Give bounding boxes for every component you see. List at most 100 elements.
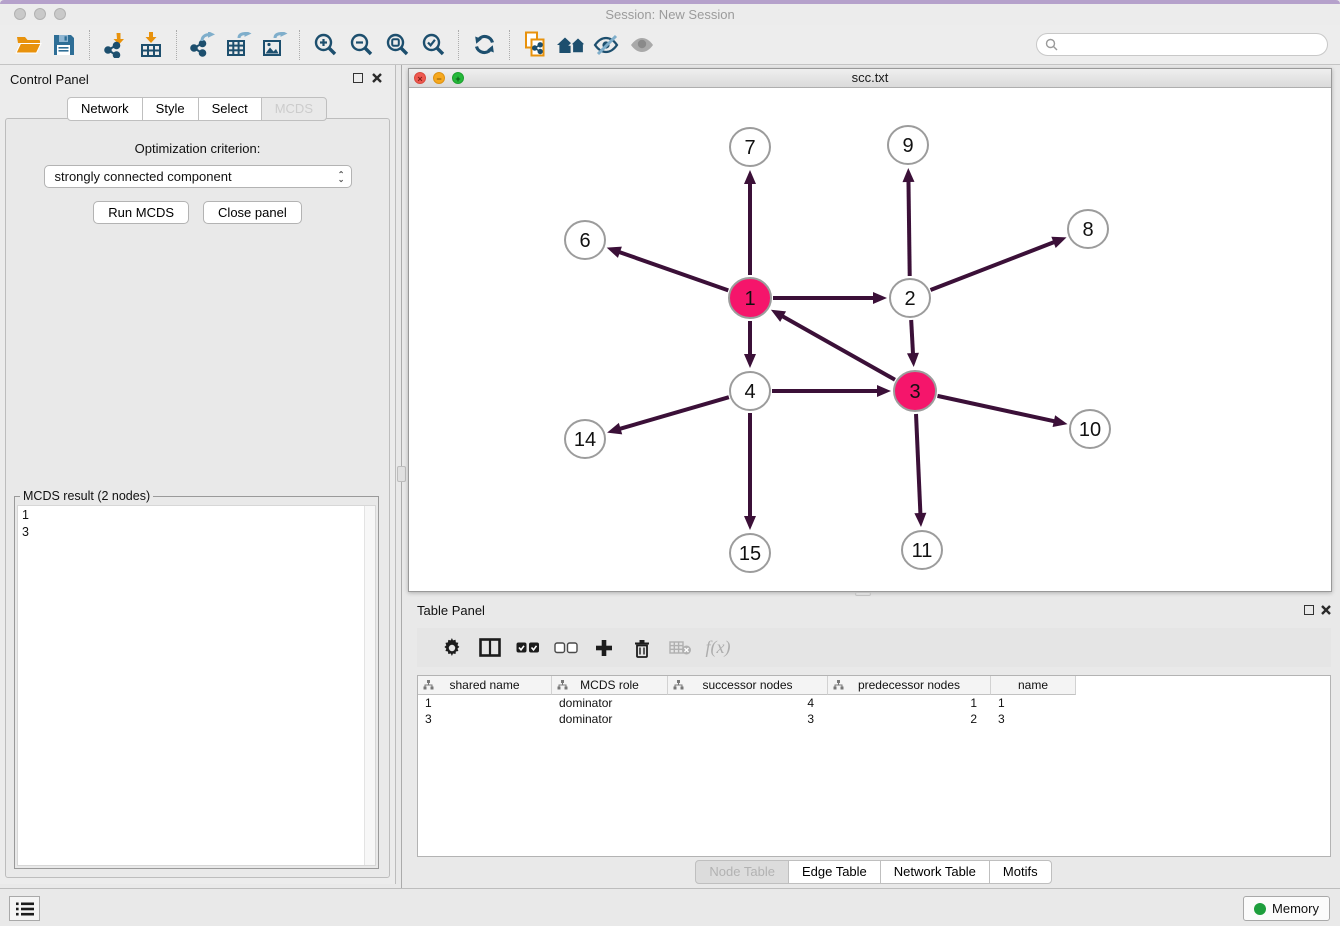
tab-network-table[interactable]: Network Table [880,860,990,884]
add-column-button[interactable] [585,632,623,664]
network-window-titlebar[interactable]: × − + scc.txt [409,69,1331,88]
graph-edge-2-3[interactable] [911,320,913,355]
toolbar-separator [89,30,90,60]
table-cell[interactable]: 2 [828,711,991,727]
frame-minimize-icon[interactable]: − [433,72,445,84]
search-input[interactable] [1063,38,1319,52]
column-header-MCDS-role[interactable]: MCDS role [552,676,668,695]
network-canvas[interactable]: 1 2 3 4 6 7 8 9 10 11 14 15 [409,88,1331,591]
column-header-successor-nodes[interactable]: successor nodes [668,676,828,695]
table-cell[interactable]: dominator [552,695,668,711]
graph-node-2[interactable]: 2 [890,279,930,317]
save-session-button[interactable] [46,29,82,61]
control-panel-tabs: Network Style Select MCDS [0,97,395,121]
show-all-button[interactable] [625,29,661,61]
mcds-result-textarea[interactable]: 1 3 [17,505,376,866]
table-row[interactable]: 3dominator323 [418,711,1330,727]
frame-close-icon[interactable]: × [414,72,426,84]
refresh-network-button[interactable] [466,29,502,61]
edge-arrowhead [1051,237,1066,248]
zoom-out-button[interactable] [343,29,379,61]
graph-node-14[interactable]: 14 [565,420,605,458]
column-header-name[interactable]: name [991,676,1076,695]
minimize-window-icon[interactable] [34,8,46,20]
float-table-panel-icon[interactable] [1304,605,1314,615]
graph-edge-3-10[interactable] [937,396,1055,422]
import-table-button[interactable] [133,29,169,61]
edge-arrowhead [744,170,756,184]
tab-motifs[interactable]: Motifs [989,860,1052,884]
graph-edge-1-6[interactable] [618,252,728,291]
optimization-criterion-value: strongly connected component [55,169,338,184]
edge-arrowhead [1053,415,1068,427]
tab-network[interactable]: Network [67,97,143,121]
column-chooser-button[interactable] [471,632,509,664]
tab-mcds[interactable]: MCDS [261,97,327,121]
graph-edge-3-11[interactable] [916,414,920,515]
table-cell[interactable]: 4 [668,695,828,711]
vertical-splitter-handle[interactable] [397,466,406,482]
first-neighbors-button[interactable] [553,29,589,61]
hide-selected-button[interactable] [589,29,625,61]
function-builder-button[interactable]: f(x) [699,632,737,664]
graph-edge-2-8[interactable] [931,242,1056,290]
table-cell[interactable]: 3 [418,711,552,727]
graph-edge-3-1[interactable] [781,316,895,380]
close-table-panel-icon[interactable] [1320,604,1332,616]
graph-node-9[interactable]: 9 [888,126,928,164]
result-scrollbar[interactable] [364,506,375,865]
tab-node-table[interactable]: Node Table [695,860,789,884]
graph-node-4[interactable]: 4 [730,372,770,410]
task-history-button[interactable] [9,896,40,921]
zoom-window-icon[interactable] [54,8,66,20]
open-session-button[interactable] [10,29,46,61]
table-settings-button[interactable] [433,632,471,664]
memory-button[interactable]: Memory [1243,896,1330,921]
float-panel-icon[interactable] [353,73,363,83]
table-cell[interactable]: 3 [668,711,828,727]
tab-edge-table[interactable]: Edge Table [788,860,881,884]
graph-node-3[interactable]: 3 [894,371,936,411]
table-cell[interactable]: dominator [552,711,668,727]
column-header-predecessor-nodes[interactable]: predecessor nodes [828,676,991,695]
graph-edge-2-9[interactable] [908,180,909,276]
run-mcds-button[interactable]: Run MCDS [93,201,189,224]
graph-node-6[interactable]: 6 [565,221,605,259]
graph-node-7[interactable]: 7 [730,128,770,166]
graph-node-10[interactable]: 10 [1070,410,1110,448]
optimization-criterion-select[interactable]: strongly connected component ⌃⌄ [44,165,352,188]
table-cell[interactable]: 3 [991,711,1076,727]
tab-style[interactable]: Style [142,97,199,121]
tab-select[interactable]: Select [198,97,262,121]
graph-node-8[interactable]: 8 [1068,210,1108,248]
duplicate-network-button[interactable] [517,29,553,61]
table-cell[interactable]: 1 [418,695,552,711]
zoom-selected-button[interactable] [415,29,451,61]
close-window-icon[interactable] [14,8,26,20]
table-cell[interactable]: 1 [828,695,991,711]
export-image-button[interactable] [256,29,292,61]
graph-edge-4-14[interactable] [619,397,729,429]
node-table[interactable]: shared nameMCDS rolesuccessor nodesprede… [417,675,1331,857]
zoom-in-button[interactable] [307,29,343,61]
export-table-button[interactable] [220,29,256,61]
horizontal-splitter-handle[interactable] [855,592,871,596]
close-panel-icon[interactable] [371,72,383,84]
export-network-button[interactable] [184,29,220,61]
import-network-button[interactable] [97,29,133,61]
column-header-shared-name[interactable]: shared name [418,676,552,695]
table-row[interactable]: 1dominator411 [418,695,1330,711]
window-traffic-lights[interactable] [14,8,66,20]
graph-node-11[interactable]: 11 [902,531,942,569]
select-all-button[interactable] [509,632,547,664]
table-cell[interactable]: 1 [991,695,1076,711]
zoom-fit-button[interactable] [379,29,415,61]
delete-column-button[interactable] [623,632,661,664]
graph-node-1[interactable]: 1 [729,278,771,318]
frame-maximize-icon[interactable]: + [452,72,464,84]
search-field[interactable] [1036,33,1328,56]
deselect-all-button[interactable] [547,632,585,664]
close-panel-button[interactable]: Close panel [203,201,302,224]
graph-node-15[interactable]: 15 [730,534,770,572]
delete-table-button[interactable] [661,632,699,664]
